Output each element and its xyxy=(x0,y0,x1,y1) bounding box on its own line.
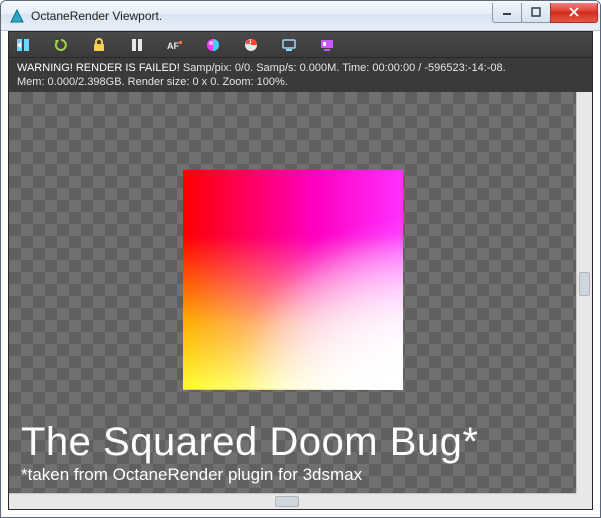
status-bar: WARNING! RENDER IS FAILED! Samp/pix: 0/0… xyxy=(9,58,592,95)
refresh-icon[interactable] xyxy=(53,37,69,53)
pause-icon[interactable] xyxy=(129,37,145,53)
save-icon[interactable] xyxy=(319,37,335,53)
minimize-button[interactable] xyxy=(492,3,522,23)
render-output xyxy=(183,169,403,389)
maximize-button[interactable] xyxy=(521,3,551,23)
svg-text:AF: AF xyxy=(167,41,179,51)
scrollbar-corner xyxy=(576,493,592,509)
scrollbar-thumb-h[interactable] xyxy=(275,496,299,507)
scrollbar-thumb-v[interactable] xyxy=(579,272,590,296)
status-line-2: Mem: 0.000/2.398GB. Render size: 0 x 0. … xyxy=(17,75,584,89)
restart-icon[interactable] xyxy=(15,37,31,53)
lock-icon[interactable] xyxy=(91,37,107,53)
app-window: OctaneRender Viewport. AF xyxy=(0,0,601,518)
af-icon[interactable]: AF xyxy=(167,37,183,53)
status-warning: WARNING! RENDER IS FAILED! xyxy=(17,62,180,74)
toolbar: AF xyxy=(9,32,592,58)
display-icon[interactable] xyxy=(281,37,297,53)
scrollbar-horizontal[interactable] xyxy=(9,493,576,509)
status-line-1: WARNING! RENDER IS FAILED! Samp/pix: 0/0… xyxy=(17,61,584,75)
window-controls xyxy=(493,3,598,23)
scrollbar-vertical[interactable] xyxy=(576,92,592,493)
client-area: AF WARNING! RENDER IS FAILED! Samp/pix: … xyxy=(8,31,593,510)
window-title: OctaneRender Viewport. xyxy=(31,9,493,23)
status-metrics-1: Samp/pix: 0/0. Samp/s: 0.000M. Time: 00:… xyxy=(180,62,506,74)
region-icon[interactable] xyxy=(243,37,259,53)
app-icon xyxy=(9,8,25,24)
titlebar[interactable]: OctaneRender Viewport. xyxy=(1,1,600,31)
close-button[interactable] xyxy=(550,3,598,23)
viewport[interactable]: The Squared Doom Bug* *taken from Octane… xyxy=(9,92,576,493)
color-sphere-icon[interactable] xyxy=(205,37,221,53)
